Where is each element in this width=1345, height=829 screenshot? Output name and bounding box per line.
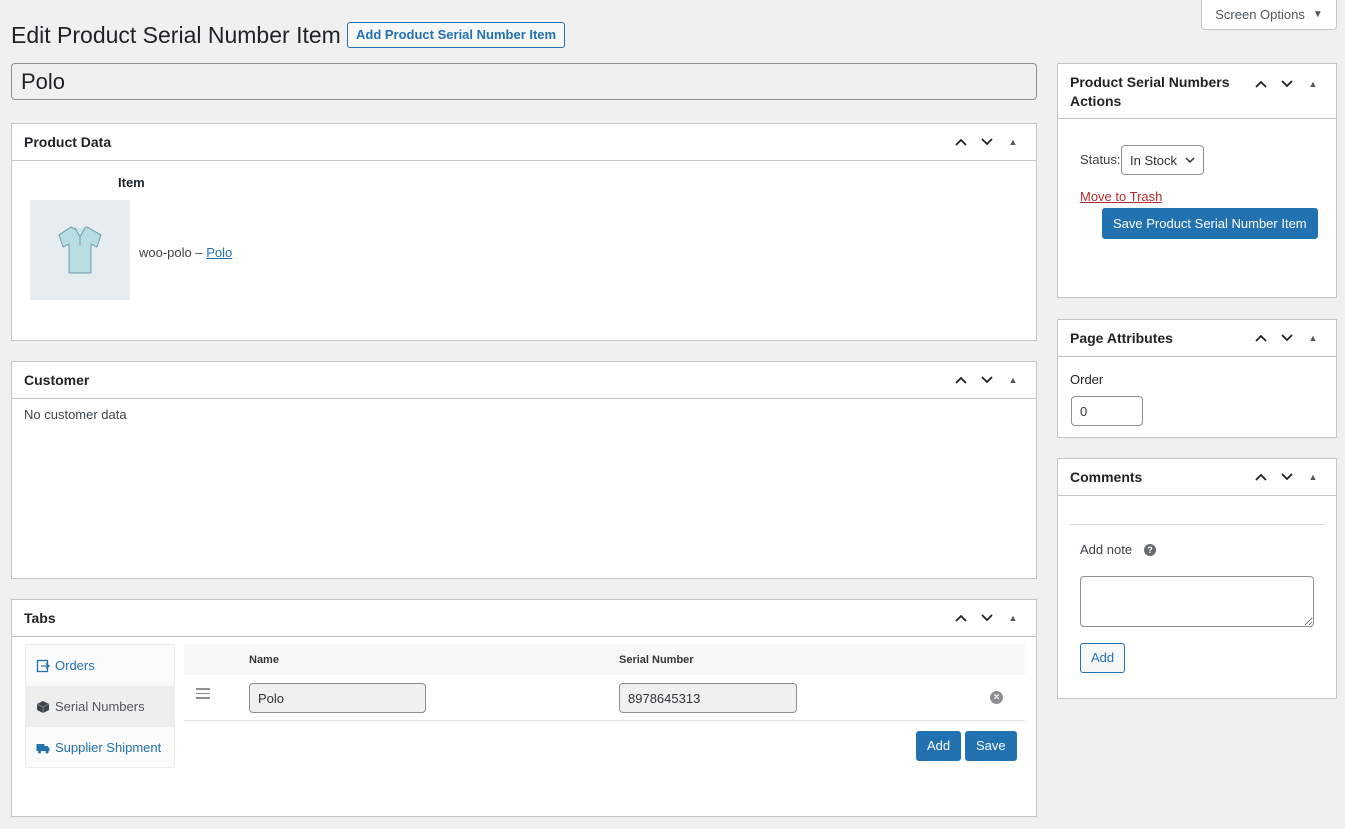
tab-serial-numbers-label: Serial Numbers <box>55 699 145 714</box>
toggle-panel-icon[interactable]: ▲ <box>1302 73 1324 95</box>
status-label: Status: <box>1080 152 1121 167</box>
item-sku: woo-polo – <box>139 245 203 260</box>
move-up-icon[interactable] <box>1250 73 1272 95</box>
toggle-panel-icon[interactable]: ▲ <box>1002 131 1024 153</box>
move-down-icon[interactable] <box>976 607 998 629</box>
product-data-header: Product Data ▲ <box>12 124 1036 161</box>
chevron-down-icon <box>1185 157 1195 164</box>
item-description: woo-polo – Polo <box>139 245 232 260</box>
row-name-input[interactable] <box>249 683 426 713</box>
add-note-label: Add note ? <box>1080 542 1157 557</box>
column-header-serial-number: Serial Number <box>619 654 694 666</box>
customer-header: Customer ▲ <box>12 362 1036 399</box>
table-row: × <box>184 675 1025 721</box>
screen-options-label: Screen Options <box>1215 7 1305 22</box>
save-item-button[interactable]: Save Product Serial Number Item <box>1102 208 1318 239</box>
move-down-icon[interactable] <box>1276 327 1298 349</box>
tabs-box: Tabs ▲ Orders Serial Numbers Supplier Sh… <box>11 599 1037 817</box>
move-to-trash-link[interactable]: Move to Trash <box>1080 189 1162 204</box>
box-icon <box>36 700 50 713</box>
page-title: Edit Product Serial Number Item <box>11 22 341 48</box>
tabs-heading: Tabs <box>24 609 56 626</box>
box-handle-actions: ▲ <box>950 607 1024 629</box>
add-serial-button[interactable]: Add <box>916 731 962 761</box>
comments-divider <box>1070 524 1325 525</box>
toggle-panel-icon[interactable]: ▲ <box>1302 466 1324 488</box>
serial-actions-box: Product Serial Numbers Actions ▲ Status:… <box>1057 63 1337 298</box>
move-down-icon[interactable] <box>976 369 998 391</box>
serial-actions-heading: Product Serial Numbers Actions <box>1070 74 1230 109</box>
page-attributes-heading: Page Attributes <box>1070 329 1173 346</box>
move-down-icon[interactable] <box>976 131 998 153</box>
item-product-link[interactable]: Polo <box>206 245 232 260</box>
box-handle-actions: ▲ <box>1250 466 1324 488</box>
status-select[interactable]: In Stock <box>1121 145 1204 175</box>
caret-down-icon: ▼ <box>1312 9 1323 20</box>
toggle-panel-icon[interactable]: ▲ <box>1002 369 1024 391</box>
add-new-item-button[interactable]: Add Product Serial Number Item <box>347 22 566 48</box>
no-customer-text: No customer data <box>24 407 127 422</box>
toggle-panel-icon[interactable]: ▲ <box>1002 607 1024 629</box>
move-up-icon[interactable] <box>950 131 972 153</box>
move-down-icon[interactable] <box>1276 466 1298 488</box>
move-up-icon[interactable] <box>1250 466 1272 488</box>
product-thumbnail <box>30 200 130 300</box>
polo-shirt-icon <box>58 226 102 274</box>
product-data-box: Product Data ▲ Item woo-polo – Polo <box>11 123 1037 341</box>
status-select-value: In Stock <box>1130 152 1177 168</box>
comments-heading: Comments <box>1070 468 1143 485</box>
move-down-icon[interactable] <box>1276 73 1298 95</box>
comments-box: Comments ▲ Add note ? Add <box>1057 458 1337 699</box>
remove-row-icon[interactable]: × <box>990 691 1003 704</box>
drag-handle-icon[interactable] <box>196 688 210 700</box>
note-textarea[interactable] <box>1080 576 1314 627</box>
box-handle-actions: ▲ <box>950 369 1024 391</box>
product-data-heading: Product Data <box>24 133 112 150</box>
tab-nav: Orders Serial Numbers Supplier Shipment <box>25 644 175 768</box>
tab-supplier-shipment-label: Supplier Shipment <box>55 740 162 755</box>
screen-options-button[interactable]: Screen Options ▼ <box>1201 0 1337 30</box>
orders-icon <box>36 659 50 672</box>
row-serial-number-input[interactable] <box>619 683 797 713</box>
customer-box: Customer ▲ No customer data <box>11 361 1037 579</box>
tab-serial-numbers[interactable]: Serial Numbers <box>26 686 174 727</box>
serial-actions-header: Product Serial Numbers Actions ▲ <box>1058 64 1336 119</box>
item-column-header: Item <box>118 175 145 190</box>
tab-supplier-shipment[interactable]: Supplier Shipment <box>26 727 174 768</box>
add-note-button[interactable]: Add <box>1080 643 1126 673</box>
tabs-header: Tabs ▲ <box>12 600 1036 637</box>
customer-heading: Customer <box>24 371 90 388</box>
box-handle-actions: ▲ <box>1250 327 1324 349</box>
serial-numbers-table: Name Serial Number × <box>184 644 1025 721</box>
add-note-text: Add note <box>1080 542 1133 557</box>
page-attributes-box: Page Attributes ▲ Order <box>1057 319 1337 438</box>
column-header-name: Name <box>249 654 279 666</box>
toggle-panel-icon[interactable]: ▲ <box>1302 327 1324 349</box>
truck-icon <box>36 743 50 753</box>
comments-header: Comments ▲ <box>1058 459 1336 496</box>
page-attributes-header: Page Attributes ▲ <box>1058 320 1336 357</box>
help-icon[interactable]: ? <box>1144 543 1157 556</box>
move-up-icon[interactable] <box>950 607 972 629</box>
box-handle-actions: ▲ <box>1250 73 1324 95</box>
tab-orders[interactable]: Orders <box>26 645 174 686</box>
post-title-input[interactable] <box>11 63 1037 100</box>
move-up-icon[interactable] <box>1250 327 1272 349</box>
tab-orders-label: Orders <box>55 658 95 673</box>
table-header: Name Serial Number <box>184 644 1025 675</box>
order-label: Order <box>1070 372 1104 387</box>
save-serial-button[interactable]: Save <box>965 731 1017 761</box>
order-input[interactable] <box>1071 396 1143 426</box>
box-handle-actions: ▲ <box>950 131 1024 153</box>
move-up-icon[interactable] <box>950 369 972 391</box>
